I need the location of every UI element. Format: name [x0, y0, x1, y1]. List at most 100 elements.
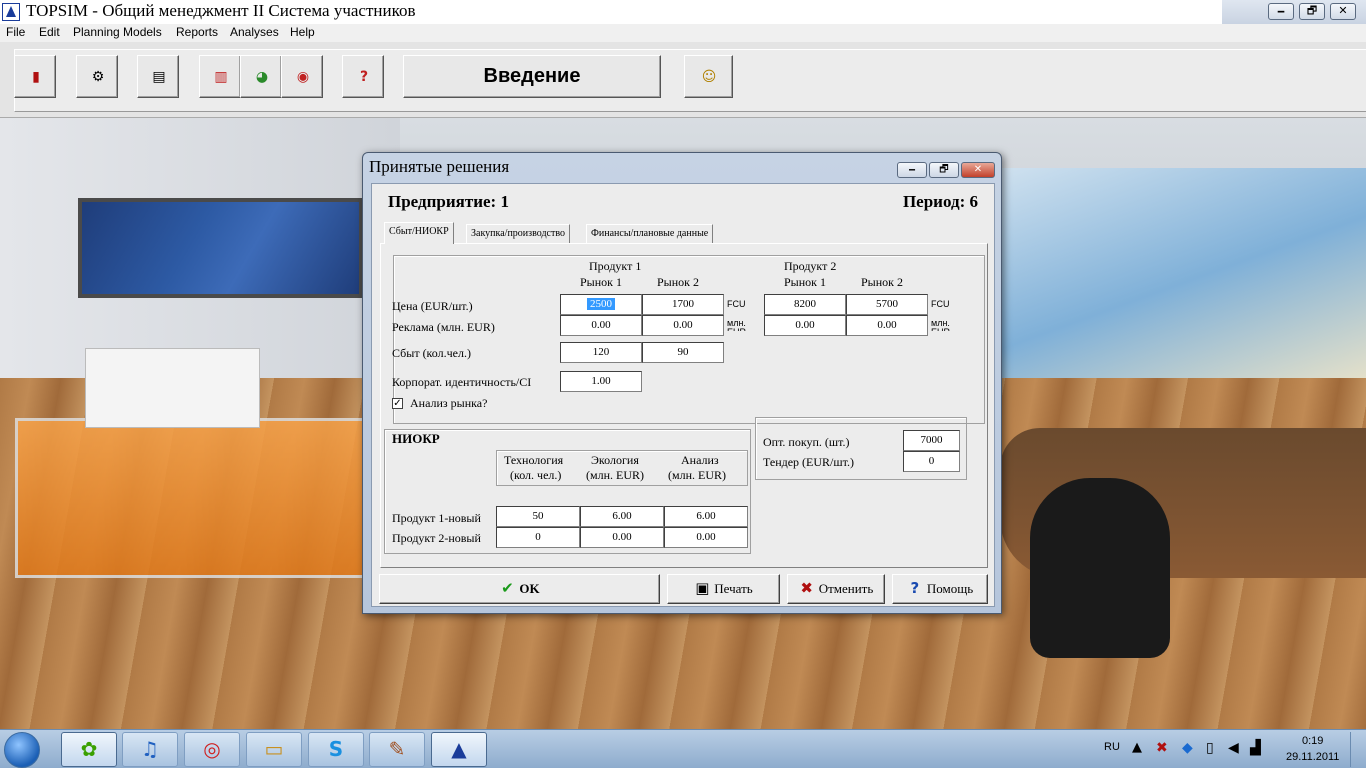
cancel-button[interactable]: ✖ Отменить	[787, 574, 885, 604]
rnd-p1-ecology-input[interactable]: 6.00	[580, 506, 664, 527]
taskbar-itunes[interactable]: ♫	[122, 732, 178, 767]
show-desktop-button[interactable]	[1350, 732, 1364, 767]
signal-icon[interactable]: ▟	[1250, 740, 1261, 768]
tender-label: Тендер (EUR/шт.)	[763, 455, 854, 469]
pie-chart-button[interactable]: ◕	[240, 55, 282, 98]
taskbar-explorer[interactable]: ▭	[246, 732, 302, 767]
usb-icon[interactable]: ▯	[1206, 740, 1214, 768]
menu-planning-models[interactable]: Planning Models	[73, 25, 162, 39]
p2-price-unit: FCU	[931, 299, 950, 309]
p1-m2-ad-input[interactable]: 0.00	[642, 315, 724, 336]
wholesale-purchase-input[interactable]: 7000	[903, 430, 960, 451]
restore-button[interactable]: 🗗	[1299, 3, 1325, 20]
clock-date[interactable]: 29.11.2011	[1286, 751, 1339, 768]
period-label: Период: 6	[902, 192, 978, 211]
taskbar-paint[interactable]: ✎	[369, 732, 425, 767]
market-research-checkbox[interactable]: ✓	[392, 398, 403, 409]
p1-m1-salesforce-input[interactable]: 120	[560, 342, 642, 363]
rnd-row2-label: Продукт 2-новый	[392, 531, 481, 545]
documents-icon: ▤	[152, 69, 166, 85]
chrome-icon: ◎	[203, 737, 221, 761]
minimize-button[interactable]: 🗕	[1268, 3, 1294, 20]
corporate-identity-input[interactable]: 1.00	[560, 371, 642, 392]
decisions-dialog: Принятые решения 🗕 🗗 ✕ Предприятие: 1 Пе…	[362, 152, 1002, 614]
p1-ad-unit: млн. EUR	[727, 319, 746, 331]
icq-icon: ✿	[80, 737, 98, 761]
dropbox-icon[interactable]: ◆	[1182, 740, 1193, 768]
analysis-button[interactable]: ◉	[281, 55, 323, 98]
close-button[interactable]: ✕	[1330, 3, 1356, 20]
rnd-col1-title: Технология	[504, 453, 564, 467]
volume-icon[interactable]: ◀	[1228, 740, 1239, 768]
document-gear-icon: ⚙	[91, 69, 105, 85]
menu-edit[interactable]: Edit	[39, 25, 60, 39]
taskbar-skype[interactable]: S	[308, 732, 364, 767]
tab-purchase-production[interactable]: Закупка/производство	[466, 224, 571, 243]
taskbar-icq[interactable]: ✿	[61, 732, 117, 767]
rnd-col1-unit: (кол. чел.)	[510, 468, 562, 482]
language-indicator[interactable]: RU	[1104, 741, 1120, 768]
rnd-p1-analysis-input[interactable]: 6.00	[664, 506, 748, 527]
p2-m1-price-input[interactable]: 8200	[764, 294, 846, 315]
p2-m1-ad-input[interactable]: 0.00	[764, 315, 846, 336]
p2-market2-header: Рынок 2	[861, 275, 903, 289]
skype-icon: S	[328, 737, 344, 761]
taskbar-chrome[interactable]: ◎	[184, 732, 240, 767]
rnd-row1-label: Продукт 1-новый	[392, 511, 481, 525]
window-titlebar: TOPSIM - Общий менеджмент II Система уча…	[0, 0, 1366, 24]
dialog-title: Принятые решения	[369, 157, 510, 176]
help-button[interactable]: ? Помощь	[892, 574, 988, 604]
menu-file[interactable]: File	[6, 25, 25, 39]
tab-finance-planning[interactable]: Финансы/плановые данные	[586, 224, 714, 243]
rnd-col2-title: Экология	[591, 453, 639, 467]
p1-m1-price-input[interactable]: 2500	[560, 294, 642, 315]
p2-ad-unit: млн. EUR	[931, 319, 950, 331]
topsim-app-icon[interactable]	[2, 3, 20, 21]
tab-sales-rnd[interactable]: Сбыт/НИОКР	[384, 222, 454, 244]
p2-m2-price-input[interactable]: 5700	[846, 294, 928, 315]
topsim-icon: ▲	[451, 737, 467, 761]
rnd-p2-technology-input[interactable]: 0	[496, 527, 580, 548]
dialog-maximize-button[interactable]: 🗗	[929, 162, 959, 178]
tray-arrow-icon[interactable]: ▲	[1132, 740, 1142, 768]
tab-panel: Продукт 1 Рынок 1 Рынок 2 Продукт 2 Рыно…	[380, 243, 988, 568]
wholesale-purchase-label: Опт. покуп. (шт.)	[763, 435, 850, 449]
company-sign	[85, 348, 260, 428]
taskbar-topsim[interactable]: ▲	[431, 732, 487, 767]
rnd-p2-analysis-input[interactable]: 0.00	[664, 527, 748, 548]
rnd-p1-technology-input[interactable]: 50	[496, 506, 580, 527]
dialog-minimize-button[interactable]: 🗕	[897, 162, 927, 178]
dialog-close-button[interactable]: ✕	[961, 162, 995, 178]
bar-chart-button[interactable]: ▥	[199, 55, 241, 98]
p1-m2-salesforce-input[interactable]: 90	[642, 342, 724, 363]
help-toolbar-button[interactable]: ?	[342, 55, 384, 98]
ok-button[interactable]: ✔ OK	[379, 574, 660, 604]
print-label: Печать	[714, 581, 753, 596]
explorer-icon: ▭	[264, 737, 284, 761]
menu-reports[interactable]: Reports	[176, 25, 218, 39]
world-map-picture	[78, 198, 363, 298]
corporate-identity-label: Корпорат. идентичность/CI	[392, 375, 532, 389]
menu-bar: File Edit Planning Models Reports Analys…	[0, 24, 1366, 42]
p1-m1-ad-input[interactable]: 0.00	[560, 315, 642, 336]
bar-chart-icon: ▥	[214, 69, 228, 85]
black-chair	[1030, 478, 1170, 658]
tender-input[interactable]: 0	[903, 451, 960, 472]
cancel-label: Отменить	[818, 581, 874, 596]
documents-button[interactable]: ▤	[137, 55, 179, 98]
teacher-button[interactable]: ☺	[684, 55, 733, 98]
p2-m2-ad-input[interactable]: 0.00	[846, 315, 928, 336]
menu-analyses[interactable]: Analyses	[230, 25, 279, 39]
document-settings-button[interactable]: ⚙	[76, 55, 118, 98]
introduction-button[interactable]: Введение	[403, 55, 661, 98]
menu-help[interactable]: Help	[290, 25, 315, 39]
print-button[interactable]: ▣ Печать	[667, 574, 780, 604]
rnd-p2-ecology-input[interactable]: 0.00	[580, 527, 664, 548]
p1-m2-price-input[interactable]: 1700	[642, 294, 724, 315]
exit-button[interactable]: ▮	[14, 55, 56, 98]
salesforce-label: Сбыт (кол.чел.)	[392, 346, 471, 360]
p1-price-unit: FCU	[727, 299, 746, 309]
rnd-col2-unit: (млн. EUR)	[586, 468, 644, 482]
start-button[interactable]	[4, 732, 40, 768]
network-error-icon[interactable]: ✖	[1156, 740, 1168, 768]
